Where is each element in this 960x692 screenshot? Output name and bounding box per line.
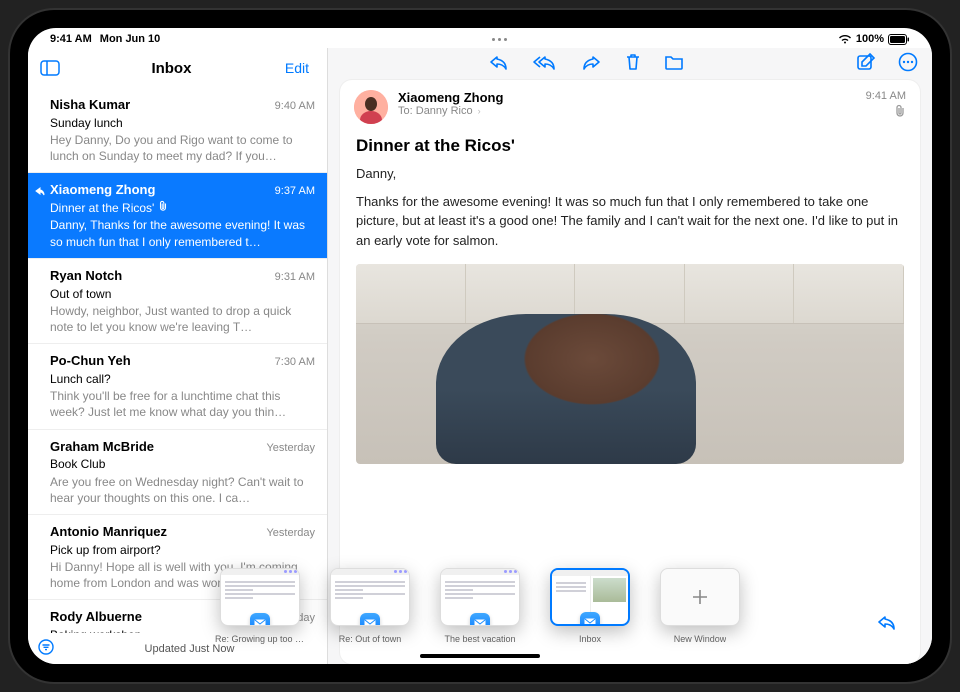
shelf-label: Inbox	[579, 634, 601, 644]
status-date: Mon Jun 10	[100, 33, 161, 45]
mail-to-line[interactable]: To: Danny Rico ›	[398, 105, 856, 117]
chevron-right-icon: ›	[478, 106, 481, 116]
more-button[interactable]	[898, 52, 918, 72]
window-thumbnail[interactable]	[220, 568, 300, 626]
shelf-item[interactable]: New Window	[655, 568, 745, 644]
replied-icon	[35, 184, 45, 200]
compose-button[interactable]	[856, 52, 876, 72]
status-bar: 9:41 AM Mon Jun 10 100%	[28, 28, 932, 48]
message-time: 9:40 AM	[275, 99, 315, 114]
sidebar-toggle-icon[interactable]	[36, 54, 64, 82]
edit-button[interactable]: Edit	[279, 60, 315, 76]
window-thumbnail[interactable]	[440, 568, 520, 626]
message-sender: Xiaomeng Zhong	[50, 181, 155, 199]
sender-avatar[interactable]	[354, 90, 388, 124]
message-subject: Sunday lunch	[50, 115, 315, 131]
delete-button[interactable]	[624, 52, 642, 72]
message-sender: Ryan Notch	[50, 267, 122, 285]
message-sender: Graham McBride	[50, 438, 154, 456]
message-sender: Antonio Manriquez	[50, 523, 167, 541]
message-subject: Dinner at the Ricos'	[50, 200, 315, 216]
message-item[interactable]: Graham McBride YesterdayBook Club Are you…	[28, 430, 327, 515]
message-sender: Nisha Kumar	[50, 96, 130, 114]
mail-subject: Dinner at the Ricos'	[340, 130, 920, 164]
message-subject: Book Club	[50, 456, 315, 472]
message-preview: Are you free on Wednesday night? Can't w…	[50, 474, 315, 506]
attachment-icon[interactable]	[866, 104, 906, 118]
battery-icon	[888, 34, 910, 45]
message-item[interactable]: Ryan Notch 9:31 AMOut of town Howdy, neig…	[28, 259, 327, 344]
mail-from[interactable]: Xiaomeng Zhong	[398, 90, 856, 105]
mail-app-icon	[470, 613, 490, 626]
message-item[interactable]: Nisha Kumar 9:40 AMSunday lunch Hey Danny…	[28, 88, 327, 173]
wifi-icon	[838, 34, 852, 44]
shelf-item[interactable]: The best vacation	[435, 568, 525, 644]
mail-app-icon	[580, 612, 600, 626]
mail-app-icon	[360, 613, 380, 626]
message-toolbar	[328, 48, 932, 76]
reply-all-button[interactable]	[532, 53, 558, 71]
shelf-label: Re: Out of town	[339, 634, 402, 644]
forward-button[interactable]	[580, 53, 602, 71]
message-preview: Danny, Thanks for the awesome evening! I…	[50, 217, 315, 249]
message-list[interactable]: Nisha Kumar 9:40 AMSunday lunch Hey Danny…	[28, 88, 327, 633]
message-item[interactable]: Xiaomeng Zhong 9:37 AMDinner at the Ricos…	[28, 173, 327, 258]
mail-to-label: To:	[398, 105, 413, 117]
home-indicator[interactable]	[420, 654, 540, 658]
ipad-frame: 9:41 AM Mon Jun 10 100%	[10, 10, 950, 682]
shelf-item[interactable]: Re: Out of town	[325, 568, 415, 644]
quick-reply-button[interactable]	[876, 613, 898, 636]
status-time: 9:41 AM	[50, 33, 92, 45]
mail-to-name: Danny Rico	[416, 105, 473, 117]
message-preview: Hey Danny, Do you and Rigo want to come …	[50, 132, 315, 164]
shelf-label: The best vacation	[444, 634, 515, 644]
message-preview: Howdy, neighbor, Just wanted to drop a q…	[50, 303, 315, 335]
window-thumbnail[interactable]	[550, 568, 630, 626]
shelf-item[interactable]: Inbox	[545, 568, 635, 644]
shelf-label: Re: Growing up too fast!	[215, 634, 305, 644]
sync-status: Updated Just Now	[62, 643, 317, 655]
window-thumbnail[interactable]	[660, 568, 740, 626]
mailbox-title: Inbox	[72, 60, 271, 77]
battery-percent: 100%	[856, 33, 884, 45]
message-subject: Out of town	[50, 286, 315, 302]
message-subject: Pick up from airport?	[50, 542, 315, 558]
attachment-icon	[158, 201, 168, 215]
message-time: 9:37 AM	[275, 184, 315, 199]
app-shelf[interactable]: Re: Growing up too fast! Re: Out of town T…	[28, 568, 932, 644]
message-time: 7:30 AM	[275, 355, 315, 370]
message-time: 9:31 AM	[275, 270, 315, 285]
message-subject: Lunch call?	[50, 371, 315, 387]
mail-app-icon	[250, 613, 270, 626]
message-time: Yesterday	[266, 526, 315, 541]
shelf-label: New Window	[674, 634, 727, 644]
message-item[interactable]: Po-Chun Yeh 7:30 AMLunch call? Think you'…	[28, 344, 327, 429]
mail-greeting: Danny,	[340, 164, 920, 192]
screen: 9:41 AM Mon Jun 10 100%	[28, 28, 932, 664]
mail-attachment-image[interactable]	[356, 264, 904, 464]
message-time: Yesterday	[266, 441, 315, 456]
reply-button[interactable]	[488, 53, 510, 71]
window-thumbnail[interactable]	[330, 568, 410, 626]
shelf-item[interactable]: Re: Growing up too fast!	[215, 568, 305, 644]
mail-body: Thanks for the awesome evening! It was s…	[340, 192, 920, 259]
move-button[interactable]	[664, 53, 684, 71]
mail-time: 9:41 AM	[866, 90, 906, 102]
message-sender: Po-Chun Yeh	[50, 352, 131, 370]
multitask-dots-icon[interactable]	[160, 38, 838, 41]
message-preview: Think you'll be free for a lunchtime cha…	[50, 388, 315, 420]
